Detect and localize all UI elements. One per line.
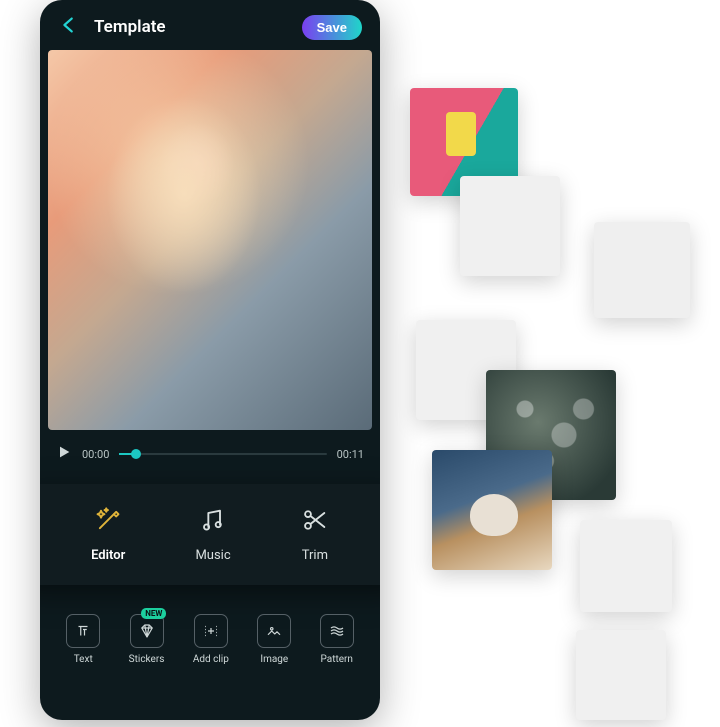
preview-canvas[interactable] (48, 50, 372, 430)
tool-label: Stickers (129, 654, 165, 665)
time-total: 00:11 (337, 448, 364, 461)
tool-image[interactable]: Image (257, 614, 291, 665)
tool-row: Text NEW Stickers Add clip Image Patte (40, 604, 380, 683)
wand-icon (94, 506, 122, 538)
tool-label: Add clip (193, 654, 229, 665)
thumbnail[interactable] (432, 450, 552, 570)
tab-label: Editor (91, 548, 125, 563)
pattern-icon (320, 614, 354, 648)
timeline-thumb[interactable] (131, 449, 141, 459)
image-icon (257, 614, 291, 648)
phone-frame: Template Save 00:00 00:11 Editor (40, 0, 380, 720)
timeline-track[interactable] (119, 453, 326, 455)
diamond-icon (130, 614, 164, 648)
page-title: Template (94, 17, 288, 37)
tab-music[interactable]: Music (195, 506, 230, 563)
thumbnail[interactable] (580, 520, 672, 612)
play-icon[interactable] (56, 444, 72, 464)
main-tabs-card: Editor Music Trim (40, 484, 380, 585)
tool-addclip[interactable]: Add clip (193, 614, 229, 665)
top-bar: Template Save (40, 0, 380, 50)
tab-label: Trim (302, 548, 328, 563)
tool-stickers[interactable]: NEW Stickers (129, 614, 165, 665)
new-badge: NEW (141, 608, 166, 619)
tab-editor[interactable]: Editor (91, 506, 125, 563)
tab-label: Music (195, 548, 230, 563)
addclip-icon (194, 614, 228, 648)
tool-label: Image (260, 654, 288, 665)
text-icon (66, 614, 100, 648)
music-icon (199, 506, 227, 538)
time-current: 00:00 (82, 448, 109, 461)
scissors-icon (301, 506, 329, 538)
tool-text[interactable]: Text (66, 614, 100, 665)
tab-trim[interactable]: Trim (301, 506, 329, 563)
thumbnail[interactable] (576, 630, 666, 720)
tool-label: Pattern (321, 654, 353, 665)
thumbnail[interactable] (594, 222, 690, 318)
thumbnail[interactable] (460, 176, 560, 276)
save-button[interactable]: Save (302, 15, 362, 40)
tool-pattern[interactable]: Pattern (320, 614, 354, 665)
timeline: 00:00 00:11 (40, 430, 380, 478)
back-arrow-icon[interactable] (58, 14, 80, 40)
tool-label: Text (74, 654, 93, 665)
